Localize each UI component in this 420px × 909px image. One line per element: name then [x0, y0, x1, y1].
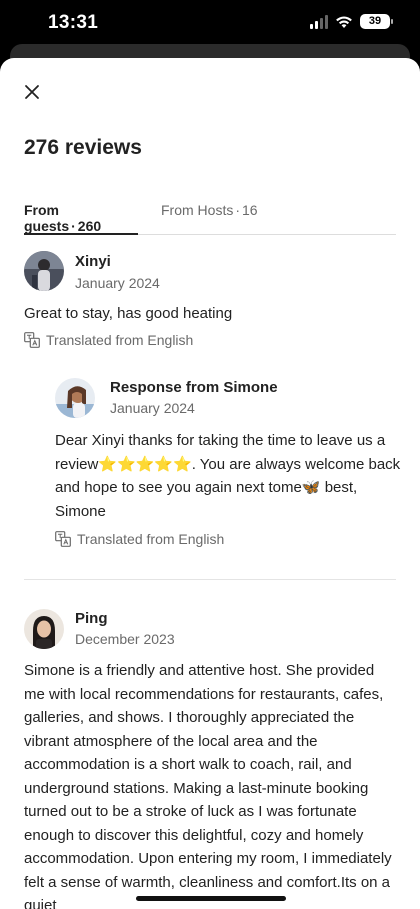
status-bar: 13:31 39 — [0, 0, 420, 48]
close-icon — [25, 85, 39, 99]
tab-from-hosts[interactable]: From Hosts · 16 — [161, 202, 258, 235]
tab-count: 16 — [242, 202, 258, 218]
avatar[interactable] — [24, 251, 64, 291]
tab-separator: · — [71, 218, 76, 234]
tab-count: 260 — [77, 218, 102, 234]
divider — [24, 579, 396, 580]
translated-note: Translated from English — [55, 531, 224, 547]
response-text: Dear Xinyi thanks for taking the time to… — [55, 432, 401, 520]
home-indicator — [136, 896, 286, 901]
review-text: Simone is a friendly and attentive host.… — [24, 662, 392, 909]
review-date: January 2024 — [75, 275, 160, 291]
response-date: January 2024 — [110, 400, 195, 416]
translated-note: Translated from English — [24, 332, 193, 348]
wifi-icon — [336, 16, 352, 28]
tab-separator: · — [235, 202, 241, 218]
translate-icon — [55, 531, 71, 547]
review-tabs: From guests · 260 From Hosts · 16 — [24, 202, 396, 235]
translated-label: Translated from English — [77, 531, 225, 547]
page-title: 276 reviews — [24, 136, 142, 159]
review-date: December 2023 — [75, 631, 175, 647]
signal-icon — [310, 14, 328, 29]
battery-level: 39 — [368, 15, 382, 27]
translate-icon — [24, 332, 40, 348]
reviews-sheet: 276 reviews From guests · 260 From Hosts · 1… — [0, 58, 420, 909]
reviewer-name: Xinyi — [75, 253, 111, 270]
tab-from-guests[interactable]: From guests · 260 — [24, 202, 138, 235]
review-text: Great to stay, has good heating — [24, 305, 233, 322]
tab-label: From guests — [24, 202, 70, 234]
reviewer-name: Ping — [75, 610, 108, 627]
status-indicators: 39 — [310, 14, 393, 29]
avatar[interactable] — [24, 609, 64, 649]
translated-label: Translated from English — [46, 332, 194, 348]
tab-label: From Hosts — [161, 202, 234, 218]
close-button[interactable] — [20, 80, 44, 104]
host-avatar[interactable] — [55, 378, 95, 418]
response-title: Response from Simone — [110, 379, 278, 396]
battery-icon: 39 — [360, 14, 393, 29]
status-time: 13:31 — [48, 12, 99, 33]
